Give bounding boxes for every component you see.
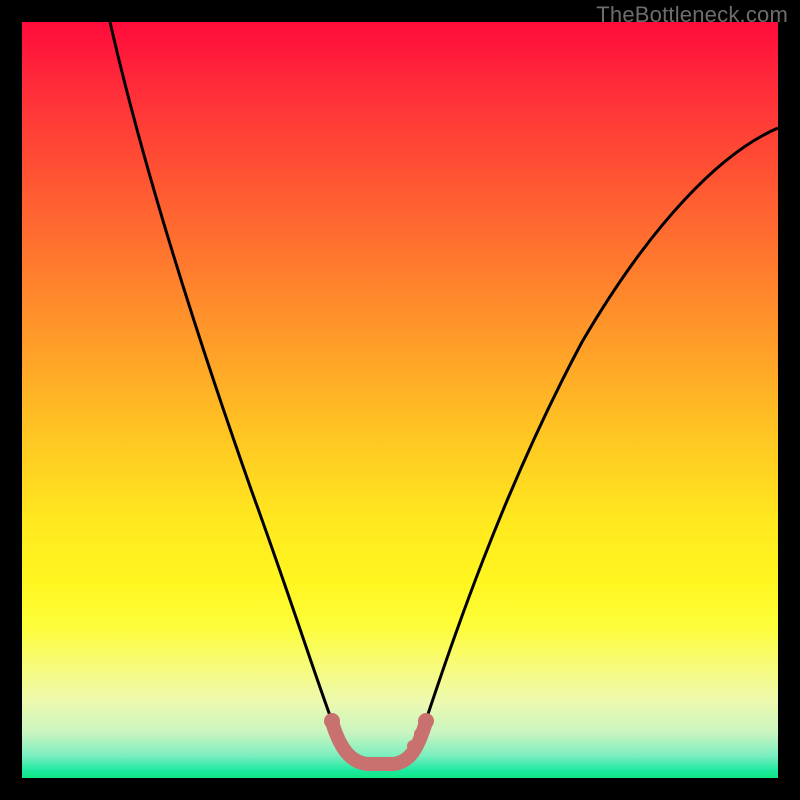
watermark-text: TheBottleneck.com: [596, 2, 788, 28]
valley-dot-mid2: [414, 728, 426, 740]
valley-dot-right: [418, 713, 434, 729]
right-curve: [422, 128, 778, 732]
valley-dot-left: [324, 713, 340, 729]
valley-dot-mid1: [407, 740, 419, 752]
chart-svg: [22, 22, 778, 778]
chart-plot-area: [22, 22, 778, 778]
left-curve: [110, 22, 336, 732]
